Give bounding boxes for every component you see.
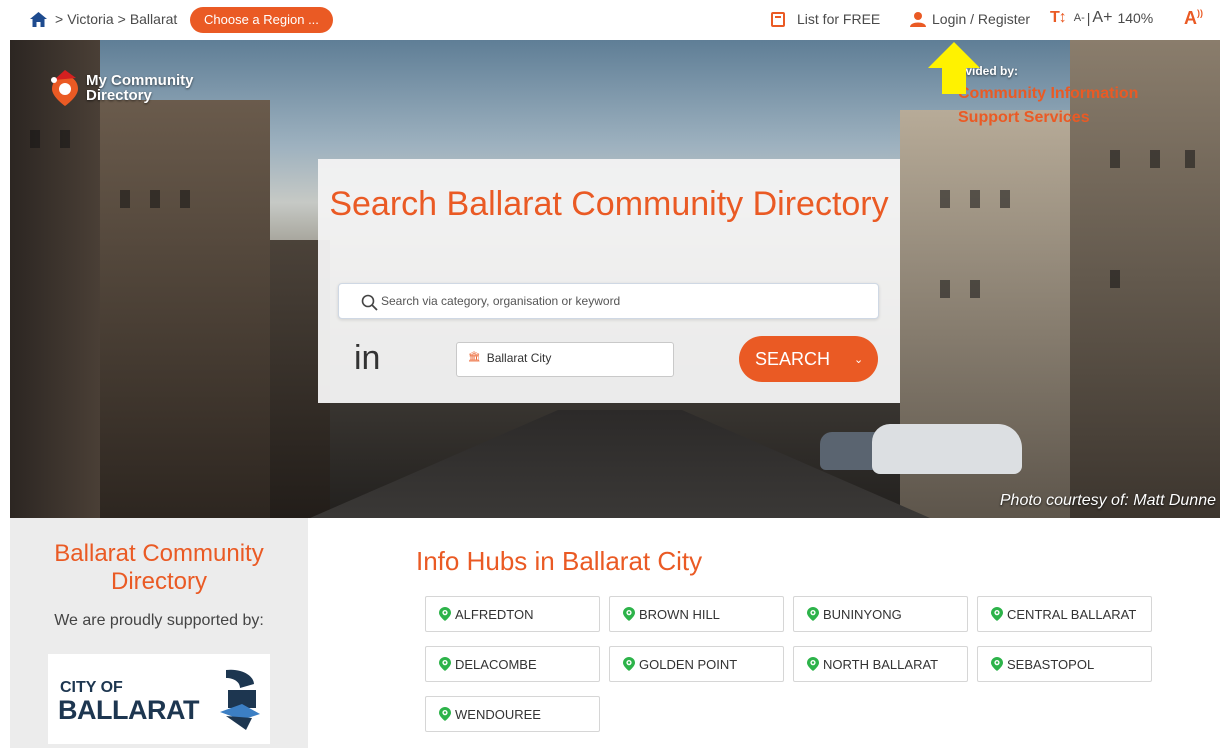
search-field-wrapper[interactable] (338, 283, 879, 319)
in-label: in (354, 339, 381, 377)
city-of-ballarat-emblem-icon (220, 669, 260, 730)
council-building-icon: 🏛 (468, 352, 481, 363)
hub-label: SEBASTOPOL (1007, 656, 1095, 672)
search-icon (361, 294, 378, 311)
login-register-label: Login / Register (932, 11, 1031, 27)
up-arrow-icon (928, 42, 980, 94)
text-size-icon: T↕ (1050, 9, 1067, 26)
logo-text: My Community Directory (86, 73, 194, 103)
hub-brown-hill[interactable]: BROWN HILL (609, 596, 784, 632)
hub-label: CENTRAL BALLARAT (1007, 606, 1137, 622)
location-value: Ballarat City (486, 351, 552, 365)
photo-credit: Photo courtesy of: Matt Dunne (999, 492, 1216, 509)
hub-alfredton[interactable]: ALFREDTON (425, 596, 600, 632)
search-title: Search Ballarat Community Directory (329, 185, 889, 223)
text-size-controls: T↕ A- | A+ 140% (1050, 9, 1153, 27)
hub-label: BROWN HILL (639, 606, 720, 622)
location-pin-icon (807, 657, 819, 671)
zoom-level: 140% (1117, 10, 1154, 26)
list-icon (771, 11, 785, 27)
location-pin-icon (439, 607, 451, 621)
hub-golden-point[interactable]: GOLDEN POINT (609, 646, 784, 682)
hub-label: ALFREDTON (455, 606, 534, 622)
hub-buninyong[interactable]: BUNINYONG (793, 596, 968, 632)
location-pin-icon (439, 707, 451, 721)
supported-by-text: We are proudly supported by: (54, 612, 264, 629)
sponsor-line-2: BALLARAT (58, 695, 199, 725)
location-pin-icon (439, 657, 451, 671)
location-pin-icon (991, 657, 1003, 671)
search-button[interactable]: SEARCH ⌄ (739, 336, 878, 382)
text-to-speech-icon[interactable]: A)) (1184, 8, 1203, 29)
breadcrumb-separator: > (55, 11, 64, 27)
location-pin-icon (623, 607, 635, 621)
choose-region-button[interactable]: Choose a Region ... (190, 7, 333, 33)
hub-sebastopol[interactable]: SEBASTOPOL (977, 646, 1152, 682)
directory-title: Ballarat Community Directory (54, 540, 264, 595)
provider-name[interactable]: Community Information Support Services (958, 82, 1198, 130)
increase-text-button[interactable]: A+ (1092, 9, 1112, 27)
hero-photo-building (100, 100, 270, 518)
logo-line-2: Directory (86, 87, 152, 104)
hero-photo-building (10, 40, 100, 518)
hub-wendouree[interactable]: WENDOUREE (425, 696, 600, 732)
sponsor-line-1: CITY OF (60, 679, 123, 696)
hub-label: WENDOUREE (455, 706, 541, 722)
site-logo[interactable]: My Community Directory (50, 70, 194, 106)
breadcrumb: > Victoria > Ballarat (30, 11, 177, 27)
user-icon (910, 12, 926, 27)
logo-line-1: My Community (86, 72, 194, 89)
hub-delacombe[interactable]: DELACOMBE (425, 646, 600, 682)
hero-photo-car (872, 424, 1022, 474)
decrease-text-button[interactable]: A- (1074, 12, 1085, 24)
text-size-divider: | (1086, 10, 1091, 26)
location-pin-icon (807, 607, 819, 621)
breadcrumb-separator: > (117, 11, 126, 27)
breadcrumb-victoria[interactable]: Victoria (67, 11, 113, 27)
location-select[interactable]: 🏛 Ballarat City (456, 342, 674, 377)
list-for-free-label: List for FREE (797, 11, 881, 27)
search-panel: Search Ballarat Community Directory in 🏛… (318, 159, 900, 403)
search-input[interactable] (381, 290, 861, 312)
location-pin-icon (623, 657, 635, 671)
chevron-down-icon[interactable]: ⌄ (854, 353, 863, 366)
sponsor-logo[interactable]: CITY OF BALLARAT (48, 654, 270, 744)
top-bar: > Victoria > Ballarat Choose a Region ..… (0, 0, 1220, 40)
list-for-free-link[interactable]: List for FREE (771, 11, 880, 27)
info-hubs-title: Info Hubs in Ballarat City (416, 546, 703, 576)
hub-label: DELACOMBE (455, 656, 537, 672)
directory-sidebar: Ballarat Community Directory We are prou… (10, 518, 308, 748)
logo-pin-icon (51, 70, 78, 106)
hub-north-ballarat[interactable]: NORTH BALLARAT (793, 646, 968, 682)
hub-label: NORTH BALLARAT (823, 656, 939, 672)
hub-label: GOLDEN POINT (639, 656, 738, 672)
hub-label: BUNINYONG (823, 606, 902, 622)
location-pin-icon (991, 607, 1003, 621)
breadcrumb-ballarat[interactable]: Ballarat (130, 11, 177, 27)
hub-central-ballarat[interactable]: CENTRAL BALLARAT (977, 596, 1152, 632)
search-button-label: SEARCH (755, 348, 831, 369)
login-register-link[interactable]: Login / Register (910, 11, 1030, 27)
home-icon[interactable] (30, 11, 47, 27)
